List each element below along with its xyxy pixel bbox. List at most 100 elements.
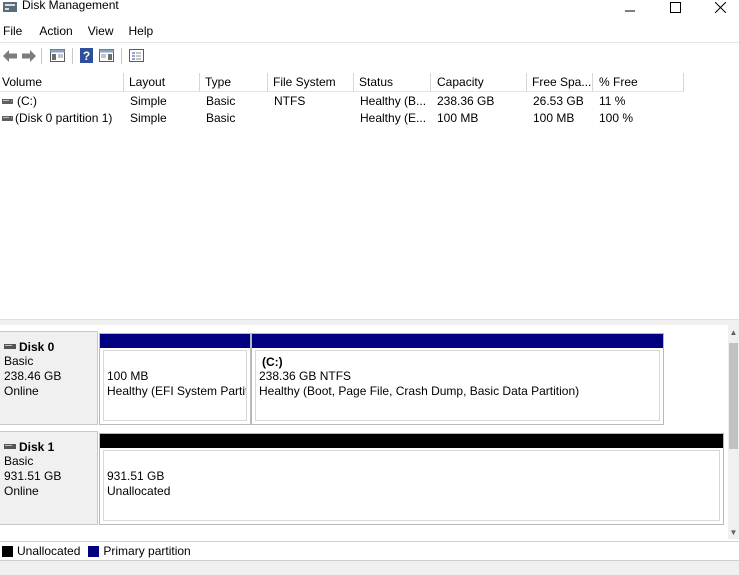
disk-name: Disk 1 <box>4 439 97 454</box>
help-button[interactable]: ? <box>77 46 95 66</box>
status-bar <box>0 560 739 575</box>
volume-list: Volume Layout Type File System Status Ca… <box>0 73 739 319</box>
volume-type: Basic <box>206 111 236 125</box>
drive-icon <box>2 116 13 121</box>
volume-status: Healthy (B... <box>360 94 427 108</box>
disk-list-button[interactable] <box>126 46 146 66</box>
minimize-icon <box>625 10 635 12</box>
disk-list-icon <box>128 49 144 62</box>
partition-details: (C:) 238.36 GB NTFS Healthy (Boot, Page … <box>255 350 660 421</box>
volume-row[interactable]: (Disk 0 partition 1) Simple Basic Health… <box>0 110 684 127</box>
volume-layout: Simple <box>130 94 167 108</box>
partition-efi[interactable]: 100 MB Healthy (EFI System Partit <box>99 333 251 425</box>
back-arrow-icon <box>2 49 17 62</box>
disk-0-label[interactable]: Disk 0 Basic 238.46 GB Online <box>0 331 98 425</box>
partition-status: Healthy (Boot, Page File, Crash Dump, Ba… <box>259 384 580 398</box>
close-icon <box>714 1 726 13</box>
disk-management-icon <box>3 2 17 12</box>
disk-icon <box>4 444 16 449</box>
column-header-volume[interactable]: Volume <box>0 73 124 92</box>
partition-title: (C:) <box>262 355 283 369</box>
toolbar-separator <box>72 47 73 64</box>
show-hide-console-tree-icon <box>49 49 65 62</box>
menu-file[interactable]: File <box>0 22 25 40</box>
svg-text:?: ? <box>82 49 89 63</box>
scroll-up-icon[interactable]: ▲ <box>728 327 739 338</box>
partition-color-bar <box>252 334 663 348</box>
column-header-free-space[interactable]: Free Spa... <box>527 73 593 92</box>
volume-name: (C:) <box>17 94 37 108</box>
partition-color-bar <box>100 434 723 448</box>
legend: Unallocated Primary partition <box>0 541 739 560</box>
column-header-status[interactable]: Status <box>354 73 431 92</box>
show-hide-tree-button[interactable] <box>46 46 68 66</box>
disk-graph-pane: Disk 0 Basic 238.46 GB Online 100 MB Hea… <box>0 325 739 539</box>
forward-arrow-icon <box>21 49 36 62</box>
window-title: Disk Management <box>22 0 119 12</box>
column-header-layout[interactable]: Layout <box>124 73 200 92</box>
disk-0-state: Online <box>4 384 39 398</box>
column-header-capacity[interactable]: Capacity <box>431 73 527 92</box>
disk-1-type: Basic <box>4 454 34 468</box>
help-icon: ? <box>79 48 93 63</box>
volume-status: Healthy (E... <box>360 111 427 125</box>
properties-button[interactable] <box>95 46 117 66</box>
disk-1-state: Online <box>4 484 39 498</box>
volume-row[interactable]: (C:) Simple Basic NTFS Healthy (B... 238… <box>0 93 684 110</box>
disk-name: Disk 0 <box>4 339 97 354</box>
legend-primary-partition: Primary partition <box>103 544 191 558</box>
toolbar-separator <box>121 47 122 64</box>
toolbar-separator <box>41 47 42 64</box>
volume-layout: Simple <box>130 111 167 125</box>
scroll-thumb[interactable] <box>729 343 738 449</box>
volume-free-space: 100 MB <box>533 111 575 125</box>
close-button[interactable] <box>700 0 739 14</box>
disk-1-label[interactable]: Disk 1 Basic 931.51 GB Online <box>0 431 98 525</box>
volume-type: Basic <box>206 94 236 108</box>
unallocated-swatch <box>2 545 13 557</box>
column-header-type[interactable]: Type <box>200 73 268 92</box>
drive-icon <box>2 99 13 104</box>
scroll-down-icon[interactable]: ▼ <box>728 527 739 538</box>
partition-size: 931.51 GB <box>107 469 165 483</box>
partition-status: Unallocated <box>107 484 171 498</box>
properties-icon <box>98 49 114 62</box>
title-bar: Disk Management <box>0 0 739 18</box>
maximize-button[interactable] <box>655 0 695 14</box>
volume-capacity: 100 MB <box>437 111 479 125</box>
primary-partition-swatch <box>88 545 100 557</box>
minimize-button[interactable] <box>610 0 650 14</box>
menu-help[interactable]: Help <box>126 22 157 40</box>
column-header-percent-free[interactable]: % Free <box>593 73 684 92</box>
partition-size: 238.36 GB NTFS <box>259 369 352 383</box>
maximize-icon <box>669 1 681 13</box>
legend-unallocated: Unallocated <box>17 544 81 558</box>
forward-button[interactable] <box>19 46 37 66</box>
back-button[interactable] <box>1 46 19 66</box>
partition-size: 100 MB <box>107 369 149 383</box>
disk-0-size: 238.46 GB <box>4 369 62 383</box>
vertical-scrollbar[interactable]: ▲ ▼ <box>728 325 739 539</box>
menu-action[interactable]: Action <box>36 22 75 40</box>
volume-free-space: 26.53 GB <box>533 94 584 108</box>
partition-details: 100 MB Healthy (EFI System Partit <box>103 350 247 421</box>
volume-percent-free: 100 % <box>599 111 634 125</box>
partition-status: Healthy (EFI System Partit <box>107 384 247 398</box>
partition-unallocated[interactable]: 931.51 GB Unallocated <box>99 433 724 525</box>
partition-c[interactable]: (C:) 238.36 GB NTFS Healthy (Boot, Page … <box>251 333 664 425</box>
partition-details: 931.51 GB Unallocated <box>103 450 720 521</box>
disk-0-name: Disk 0 <box>19 339 55 354</box>
menu-bar: File Action View Help <box>0 22 739 40</box>
volume-percent-free: 11 % <box>599 94 626 108</box>
volume-name: (Disk 0 partition 1) <box>15 111 113 125</box>
disk-1-size: 931.51 GB <box>4 469 62 483</box>
volume-file-system: NTFS <box>274 94 306 108</box>
volume-capacity: 238.36 GB <box>437 94 495 108</box>
toolbar: ? <box>0 42 739 68</box>
disk-icon <box>4 344 16 349</box>
menu-view[interactable]: View <box>85 22 117 40</box>
partition-color-bar <box>100 334 250 348</box>
column-header-file-system[interactable]: File System <box>268 73 354 92</box>
disk-0-type: Basic <box>4 354 34 368</box>
disk-1-name: Disk 1 <box>19 439 55 454</box>
